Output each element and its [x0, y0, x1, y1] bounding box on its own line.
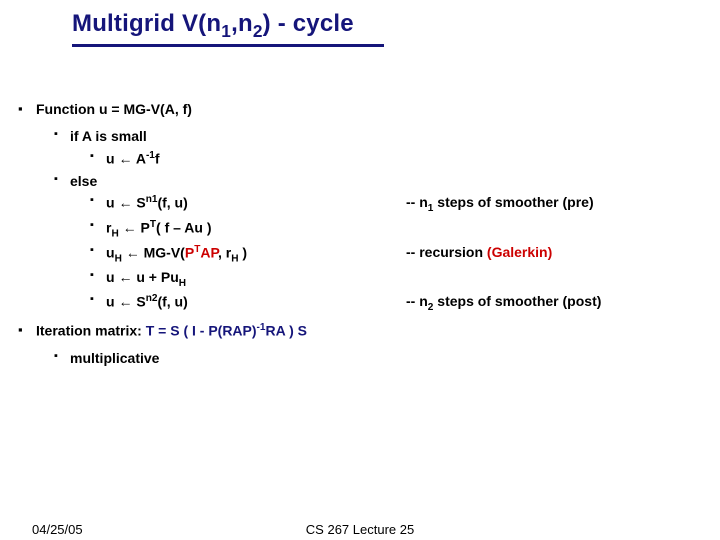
- text-u: u: [106, 294, 118, 310]
- recursion-comment: -- recursion (Galerkin): [406, 242, 552, 267]
- text-recursion: -- recursion: [406, 244, 487, 260]
- bullet-else: else: [18, 171, 720, 193]
- text-args: (f, u): [157, 195, 187, 211]
- text-u: u: [106, 195, 118, 211]
- text-smooth: steps of smoother (post): [433, 293, 601, 309]
- slide-title: Multigrid V(n1,n2) - cycle: [72, 10, 384, 47]
- arrow-icon: ←: [122, 244, 144, 260]
- text-H2: H: [231, 253, 238, 264]
- bullet-presmoother: u ← Sn1(f, u) -- n1 steps of smoother (p…: [18, 192, 720, 216]
- text-s: S: [132, 294, 145, 310]
- text-f: f: [155, 151, 160, 167]
- text-H: H: [111, 228, 118, 239]
- title-text-post: ) - cycle: [263, 10, 354, 37]
- sup-neg1: -1: [146, 150, 155, 161]
- title-sub2: 2: [253, 21, 263, 41]
- text-iter-formula: T = S ( I - P(RAP): [146, 322, 257, 338]
- text-dash: --: [406, 194, 419, 210]
- text-args: (f, u): [157, 294, 187, 310]
- bullet-postsmoother: u ← Sn2(f, u) -- n2 steps of smoother (p…: [18, 291, 720, 315]
- title-text-pre: Multigrid V(: [72, 10, 206, 37]
- text-rest: u + Pu: [132, 269, 178, 285]
- text-u: u: [106, 244, 115, 260]
- text-iter-post: RA ) S: [266, 322, 307, 338]
- text-p2: P: [210, 244, 218, 260]
- bullet-residual: rH ← PT( f – Au ): [18, 217, 720, 242]
- text-mg: MG-V(: [144, 244, 185, 260]
- text-function: Function u = MG-V(A, f): [36, 101, 192, 117]
- bullet-direct-solve: u ← A-1f: [18, 148, 720, 170]
- text-galerkin: (Galerkin): [487, 244, 552, 260]
- bullet-if: if A is small: [18, 126, 720, 148]
- text-nu: n: [419, 293, 428, 309]
- text-A: A: [200, 244, 210, 260]
- presmoother-left: u ← Sn1(f, u): [106, 192, 406, 216]
- text-u: u: [106, 269, 118, 285]
- text-smooth: steps of smoother (pre): [433, 194, 593, 210]
- title-nu2: n: [238, 10, 253, 37]
- text-comma: ,: [218, 244, 226, 260]
- presmoother-comment: -- n1 steps of smoother (pre): [406, 192, 594, 216]
- arrow-icon: ←: [118, 269, 132, 285]
- arrow-icon: ←: [118, 151, 132, 167]
- text-iter-sup: -1: [257, 322, 266, 333]
- bullet-iteration-matrix: Iteration matrix: T = S ( I - P(RAP)-1RA…: [18, 320, 720, 342]
- text-rest: ( f – Au ): [156, 219, 211, 235]
- title-sub1: 1: [221, 21, 231, 41]
- text-p: P: [141, 219, 150, 235]
- text-nu: n: [419, 194, 428, 210]
- text-p1: P: [185, 244, 194, 260]
- text-s: S: [132, 195, 145, 211]
- text-else: else: [70, 173, 97, 189]
- footer-lecture: CS 267 Lecture 25: [0, 522, 720, 537]
- bullet-function: Function u = MG-V(A, f): [18, 99, 720, 121]
- text-iter-pre: Iteration matrix:: [36, 322, 146, 338]
- title-comma: ,: [231, 10, 238, 37]
- text-if: if A is small: [70, 128, 147, 144]
- postsmoother-comment: -- n2 steps of smoother (post): [406, 291, 601, 315]
- bullet-correction: u ← u + PuH: [18, 267, 720, 291]
- text-H: H: [179, 278, 186, 289]
- arrow-icon: ←: [118, 294, 132, 310]
- arrow-icon: ←: [119, 219, 141, 235]
- text-u: u: [106, 151, 118, 167]
- bullet-recursion: uH ← MG-V(PTAP, rH ) -- recursion (Galer…: [18, 242, 720, 267]
- bullet-multiplicative: multiplicative: [18, 348, 720, 370]
- title-nu1: n: [206, 10, 221, 37]
- postsmoother-left: u ← Sn2(f, u): [106, 291, 406, 315]
- text-dash: --: [406, 293, 419, 309]
- slide: Multigrid V(n1,n2) - cycle Function u = …: [0, 0, 720, 540]
- title-area: Multigrid V(n1,n2) - cycle: [0, 0, 720, 47]
- content: Function u = MG-V(A, f) if A is small u …: [0, 47, 720, 370]
- text-H: H: [115, 253, 122, 264]
- text-a: A: [132, 151, 145, 167]
- recursion-left: uH ← MG-V(PTAP, rH ): [106, 242, 406, 267]
- text-multiplicative: multiplicative: [70, 350, 159, 366]
- arrow-icon: ←: [118, 195, 132, 211]
- text-close: ): [239, 244, 248, 260]
